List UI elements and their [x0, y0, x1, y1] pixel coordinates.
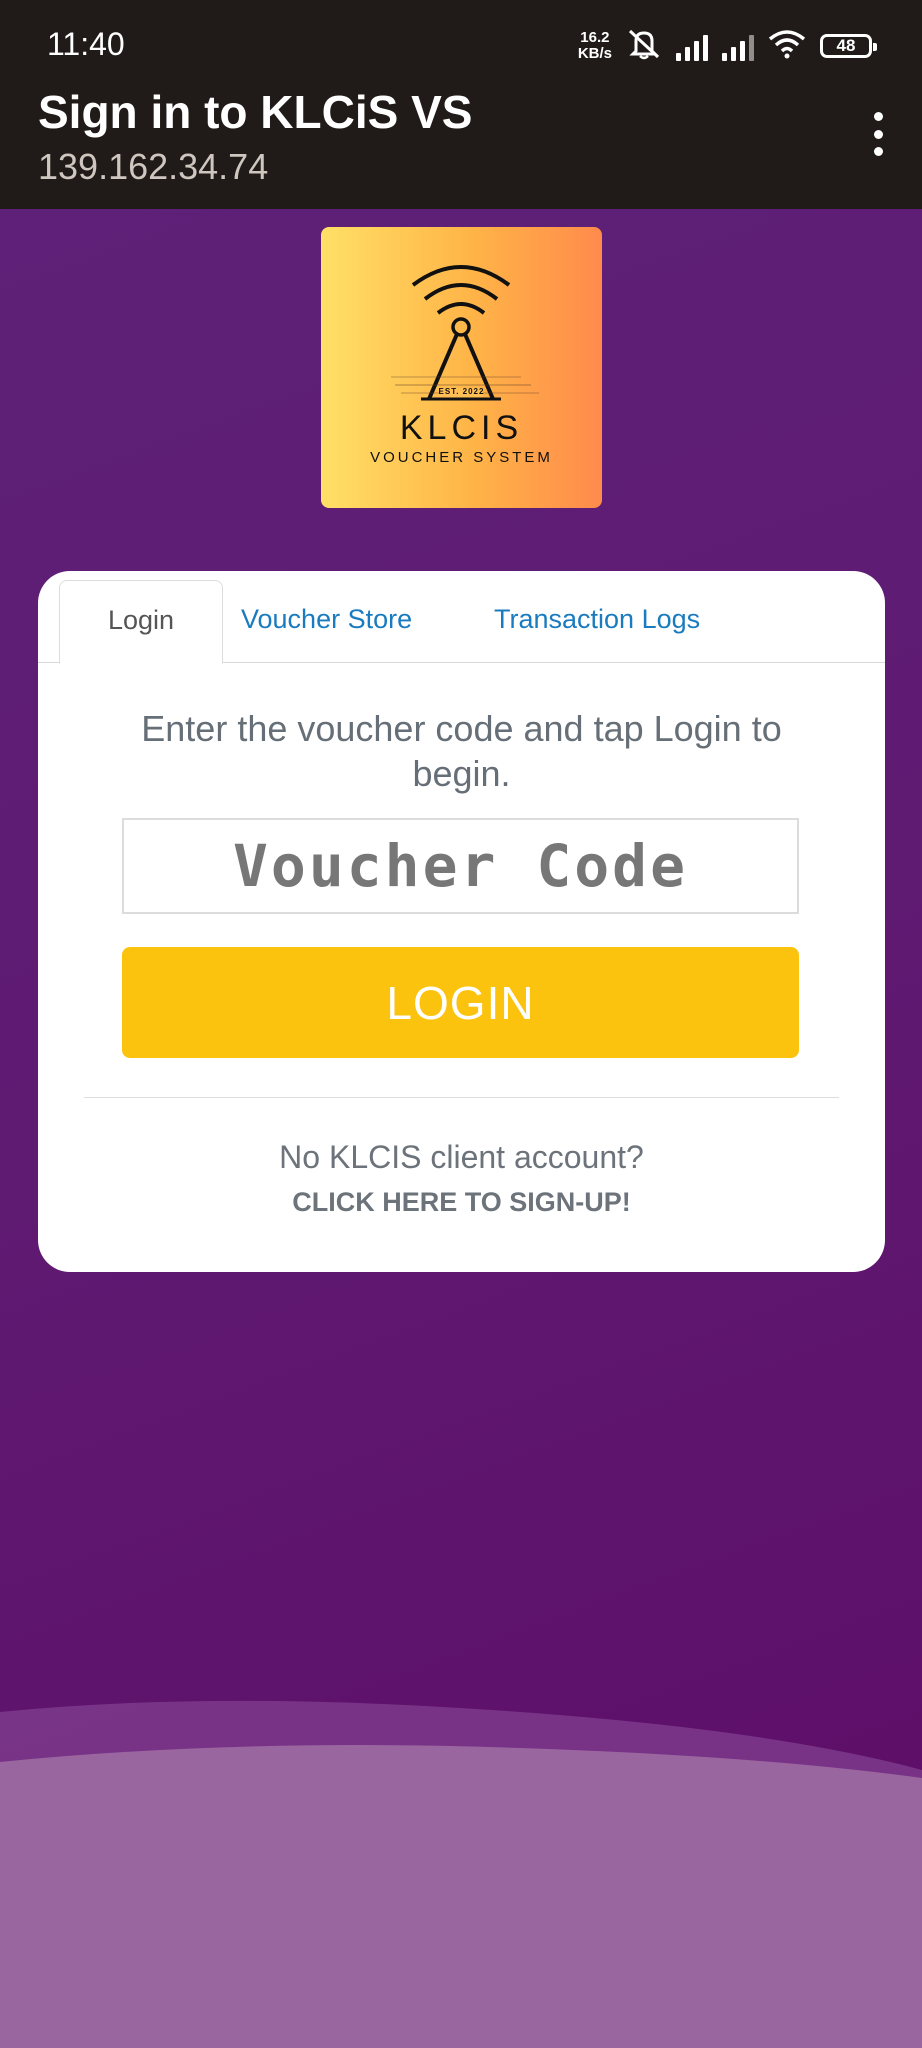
logo-subtitle: VOUCHER SYSTEM [370, 449, 553, 466]
signal-icon-1 [676, 31, 708, 61]
mute-icon [626, 27, 662, 66]
status-time: 11:40 [47, 26, 125, 62]
network-speed-value: 16.2 [580, 29, 610, 46]
background-waves [0, 1700, 922, 2048]
tab-voucher-store[interactable]: Voucher Store [241, 571, 412, 662]
signal-icon-2 [722, 31, 754, 61]
login-button[interactable]: LOGIN [122, 947, 799, 1058]
tab-transaction-logs[interactable]: Transaction Logs [494, 571, 700, 662]
divider [84, 1097, 839, 1098]
battery-icon: 48 [820, 34, 877, 58]
status-icons: 16.2 KB/s 48 [578, 24, 877, 68]
login-instructions: Enter the voucher code and tap Login to … [141, 708, 782, 794]
tab-bar: Login Voucher Store Transaction Logs [38, 571, 885, 664]
page-title: Sign in to KLCiS VS [38, 86, 473, 138]
klcis-logo: EST. 2022 KLCIS VOUCHER SYSTEM [321, 227, 602, 508]
signup-link[interactable]: CLICK HERE TO SIGN-UP! [38, 1187, 885, 1218]
logo-name: KLCIS [399, 409, 524, 447]
logo-established: EST. 2022 [438, 387, 485, 396]
tab-login[interactable]: Login [59, 580, 223, 664]
network-speed: 16.2 KB/s [578, 30, 612, 62]
no-account-text: No KLCIS client account? [279, 1139, 644, 1175]
wifi-icon [768, 29, 806, 64]
overflow-menu-icon[interactable] [872, 112, 884, 156]
network-speed-unit: KB/s [577, 45, 612, 62]
login-card: Login Voucher Store Transaction Logs Ent… [38, 571, 885, 1272]
voucher-code-input[interactable] [122, 818, 799, 914]
top-bar: 11:40 16.2 KB/s 48 Sign in to KLCiS VS 1… [0, 0, 922, 209]
page-url: 139.162.34.74 [38, 146, 269, 187]
